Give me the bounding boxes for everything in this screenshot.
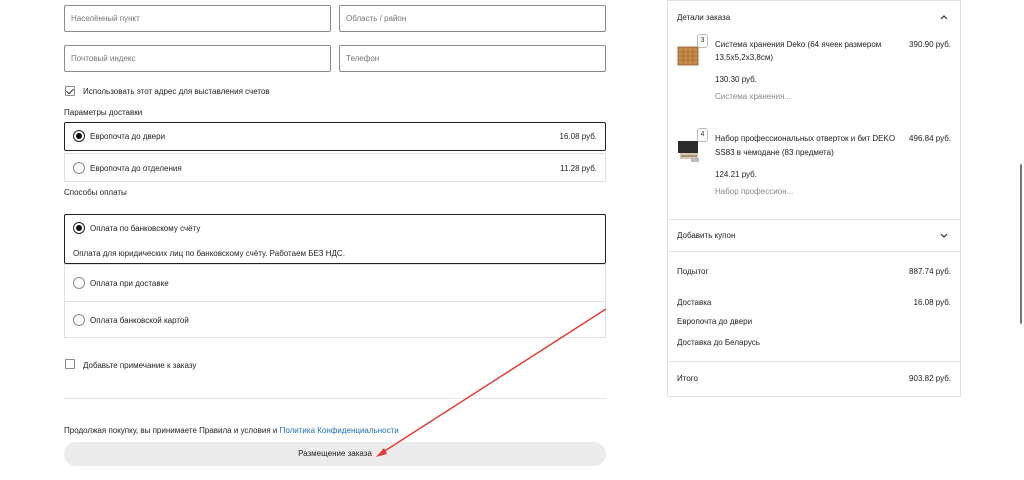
order-summary-panel: Детали заказа 3 Система хранения Deko (6…: [667, 0, 961, 397]
phone-input[interactable]: [339, 45, 606, 72]
postcode-input[interactable]: [64, 45, 331, 72]
item-2-total: 496.84 руб.: [909, 134, 951, 143]
payment-cod-radio[interactable]: [73, 277, 85, 289]
payment-invoice-radio[interactable]: [73, 222, 85, 234]
terms-prefix: Продолжая покупку, вы принимаете Правила…: [64, 426, 278, 435]
payment-option-invoice[interactable]: Оплата по банковскому счёту Оплата для ю…: [64, 214, 606, 264]
delivery-door-price: 16.08 руб.: [559, 132, 598, 141]
order-details-header: Детали заказа: [677, 13, 731, 22]
delivery-office-radio[interactable]: [73, 162, 85, 174]
billing-same-label: Использовать этот адрес для выставления …: [83, 87, 270, 96]
total-value: 903.82 руб.: [909, 374, 951, 383]
payment-card-radio[interactable]: [73, 314, 85, 326]
item-1-total: 390.90 руб.: [909, 40, 951, 49]
item-2-thumbnail: [677, 138, 701, 166]
payment-invoice-note: Оплата для юридических лиц по банковском…: [73, 249, 345, 258]
add-coupon-toggle[interactable]: Добавить купон: [668, 220, 960, 250]
delivery-office-label: Европочта до отделения: [90, 164, 182, 173]
region-input[interactable]: [339, 5, 606, 32]
payment-heading: Способы оплаты: [64, 188, 127, 197]
delivery-heading: Параметры доставки: [64, 108, 143, 117]
annotation-arrow-icon: [376, 308, 607, 457]
payment-invoice-label: Оплата по банковскому счёту: [90, 224, 201, 233]
item-1-name-line2: 13,5x5,2x3,8см): [715, 53, 773, 62]
terms-text: Продолжая покупку, вы принимаете Правила…: [64, 426, 399, 435]
item-2-name-line2: SS83 в чемодане (83 предмета): [715, 148, 834, 157]
delivery-door-radio[interactable]: [73, 130, 85, 142]
subtotal-label: Подытог: [677, 267, 709, 276]
payment-option-cod[interactable]: Оплата при доставке: [64, 264, 606, 302]
item-1-qty-badge: 3: [697, 34, 708, 48]
divider: [668, 251, 960, 252]
item-1-unit-price: 130.30 руб.: [715, 75, 757, 84]
shipping-method: Европочта до двери: [677, 317, 753, 326]
divider: [668, 361, 960, 362]
locality-input[interactable]: [64, 5, 331, 32]
order-note-label: Добавьте примечание к заказу: [83, 361, 197, 370]
delivery-option-office[interactable]: Европочта до отделения 11.28 руб.: [64, 153, 606, 182]
delivery-door-label: Европочта до двери: [90, 132, 166, 141]
item-2-name-line1: Набор профессиональных отверток и бит DE…: [715, 134, 896, 143]
shipping-value: 16.08 руб.: [913, 298, 952, 307]
shipping-label: Доставка: [677, 298, 712, 307]
delivery-office-price: 11.28 руб.: [560, 164, 597, 173]
billing-same-checkbox[interactable]: [65, 86, 75, 96]
chevron-down-icon[interactable]: [940, 233, 948, 239]
item-2-short-name: Набор профессион...: [715, 187, 794, 196]
chevron-up-icon[interactable]: [940, 14, 948, 20]
subtotal-value: 887.74 руб.: [909, 267, 951, 276]
item-1-short-name: Система хранения...: [715, 92, 792, 101]
payment-card-label: Оплата банковской картой: [90, 316, 189, 325]
delivery-option-door[interactable]: Европочта до двери 16.08 руб.: [64, 122, 606, 151]
order-note-checkbox[interactable]: [65, 359, 75, 369]
payment-cod-label: Оплата при доставке: [90, 279, 169, 288]
item-2-qty-badge: 4: [697, 128, 708, 142]
total-label: Итого: [677, 374, 698, 383]
page-scrollbar[interactable]: [1020, 164, 1022, 324]
tool-case-icon: [678, 141, 699, 162]
item-1-name-line1: Система хранения Deko (64 ячеек размером: [715, 40, 882, 49]
shipping-destination: Доставка до Беларусь: [677, 338, 760, 347]
item-2-unit-price: 124.21 руб.: [715, 170, 757, 179]
add-coupon-label: Добавить купон: [677, 231, 736, 240]
